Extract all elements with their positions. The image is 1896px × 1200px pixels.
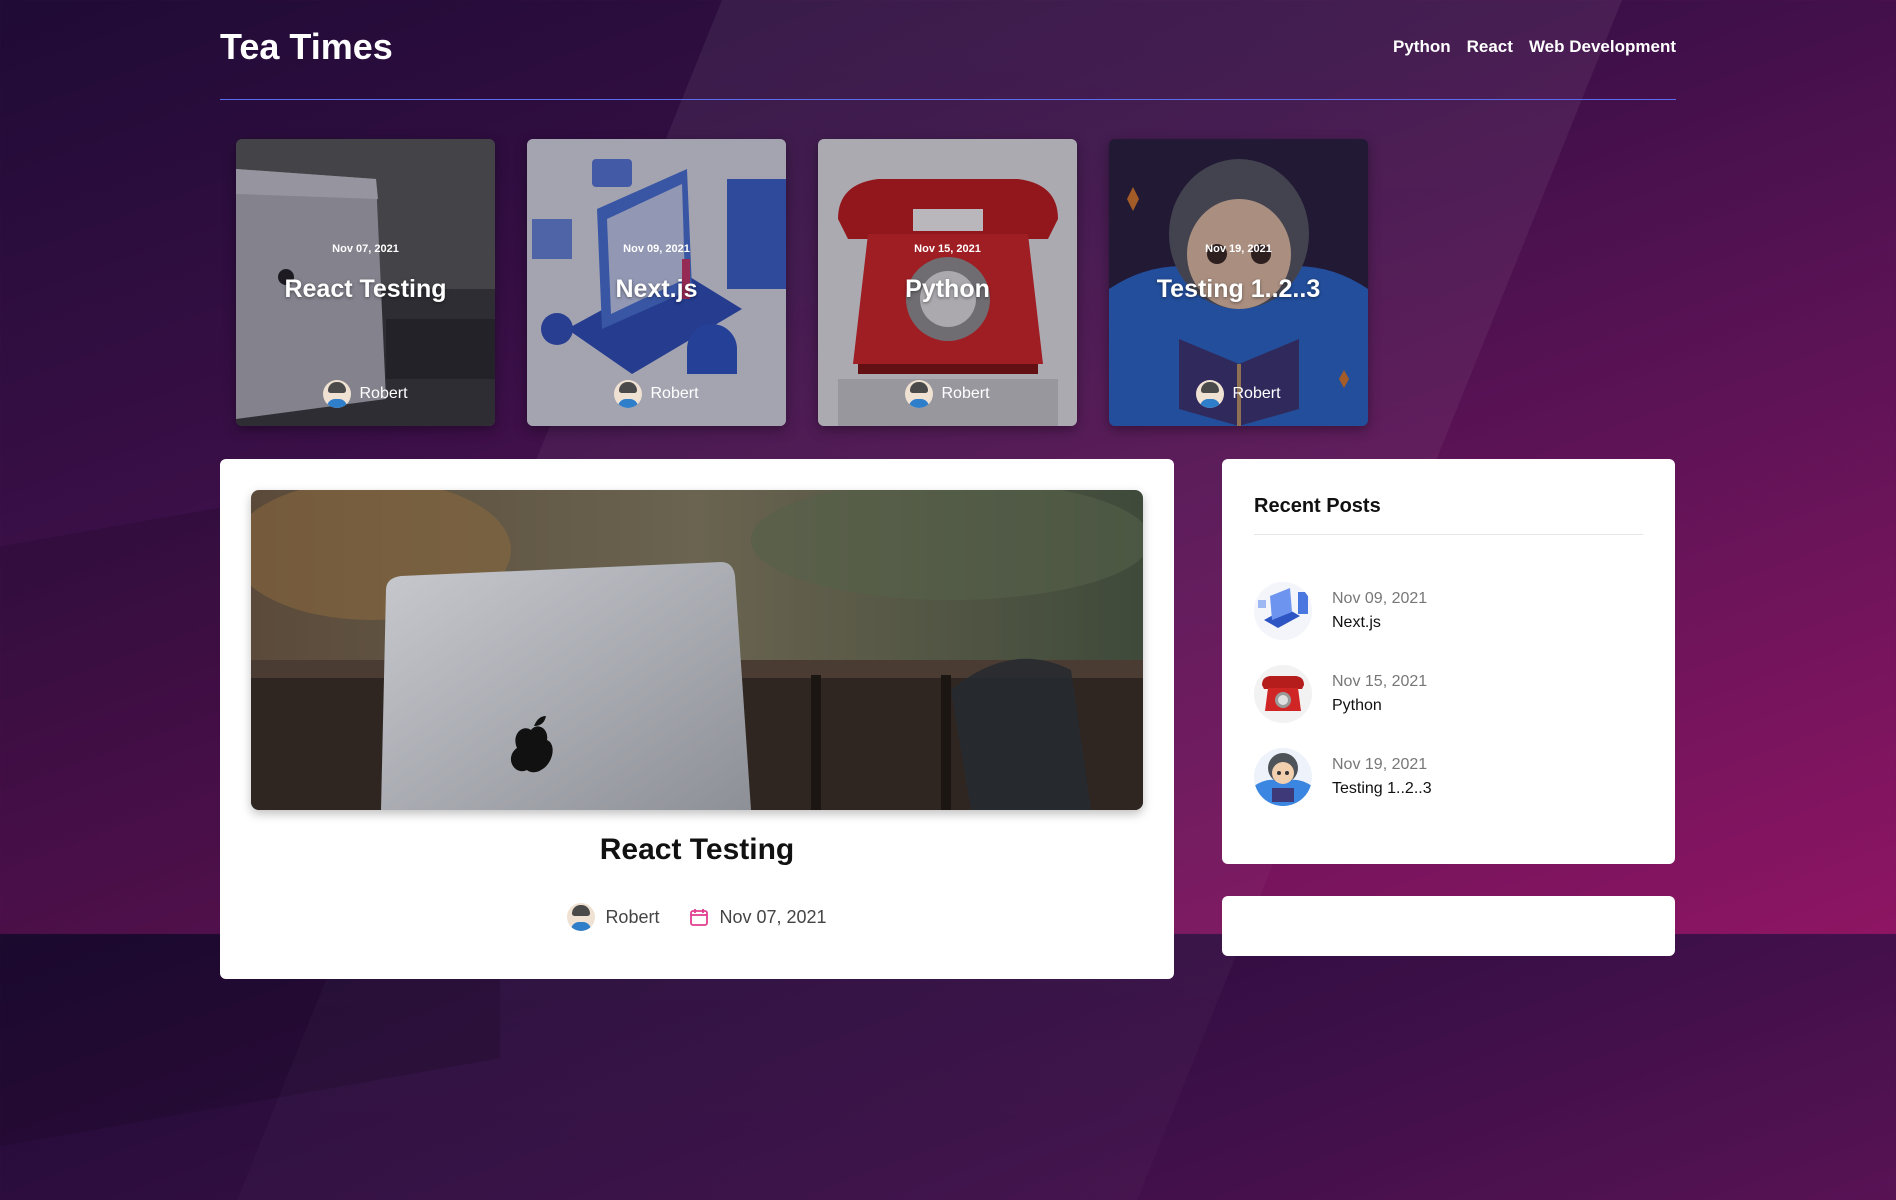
recent-post-title[interactable]: Next.js [1332,614,1427,632]
card-title[interactable]: Testing 1..2..3 [1109,275,1368,304]
nav-link-python[interactable]: Python [1393,37,1451,57]
avatar [1196,380,1225,408]
card-title[interactable]: Python [818,275,1077,304]
card-author: Robert [818,380,1077,408]
featured-posts: Nov 07, 2021 React Testing Robert Nov 09… [236,139,1368,426]
recent-post-title[interactable]: Python [1332,697,1427,715]
featured-card[interactable]: Nov 15, 2021 Python Robert [818,139,1077,426]
post-card: React Testing Robert Nov 07, 2021 [220,459,1174,979]
card-author-name: Robert [941,385,990,402]
recent-post-item[interactable]: Nov 09, 2021 Next.js [1254,569,1644,652]
recent-post-date: Nov 09, 2021 [1332,589,1428,607]
featured-card[interactable]: Nov 19, 2021 Testing 1..2..3 Robert [1109,139,1368,426]
card-author-name: Robert [650,385,699,402]
main-nav: Python React Web Development [1393,37,1676,57]
coder-avatar-thumbnail[interactable] [1254,747,1312,806]
nav-link-react[interactable]: React [1467,37,1513,57]
card-date: Nov 15, 2021 [914,243,981,255]
post-hero-image[interactable] [251,490,1143,810]
card-date: Nov 19, 2021 [1205,243,1272,255]
post-meta: Robert Nov 07, 2021 [220,903,1174,931]
recent-post-item[interactable]: Nov 15, 2021 Python [1254,652,1644,735]
calendar-icon [689,907,709,927]
isometric-web-thumbnail[interactable] [1254,581,1312,640]
widget-title: Recent Posts [1254,495,1381,517]
nav-link-web-development[interactable]: Web Development [1529,37,1676,57]
red-telephone-thumbnail[interactable] [1254,664,1312,723]
post-date-text: Nov 07, 2021 [719,906,827,927]
laptop-image [251,490,1143,810]
avatar [323,380,352,408]
sidebar-widget [1222,896,1675,956]
recent-post-text: Nov 19, 2021 Testing 1..2..3 [1332,756,1432,798]
post-title[interactable]: React Testing [220,833,1174,867]
recent-post-text: Nov 09, 2021 Next.js [1332,590,1427,632]
card-author-name: Robert [359,385,408,402]
divider [1254,534,1643,535]
card-author-name: Robert [1232,385,1281,402]
recent-post-title[interactable]: Testing 1..2..3 [1332,780,1432,798]
avatar [905,380,934,408]
recent-post-item[interactable]: Nov 19, 2021 Testing 1..2..3 [1254,735,1644,818]
avatar [614,380,643,408]
card-title[interactable]: Next.js [527,275,786,304]
recent-posts-widget: Recent Posts Nov 09, 2021 Next.js Nov 15… [1222,459,1675,864]
featured-card[interactable]: Nov 09, 2021 Next.js Robert [527,139,786,426]
card-author: Robert [236,380,495,408]
card-author: Robert [1109,380,1368,408]
card-date: Nov 07, 2021 [332,243,399,255]
post-author-name[interactable]: Robert [605,907,659,928]
site-header: Tea Times Python React Web Development [220,0,1676,100]
featured-card[interactable]: Nov 07, 2021 React Testing Robert [236,139,495,426]
card-date: Nov 09, 2021 [623,243,690,255]
card-title[interactable]: React Testing [236,275,495,304]
recent-posts-list: Nov 09, 2021 Next.js Nov 15, 2021 Python [1254,569,1644,818]
post-date: Nov 07, 2021 [689,906,827,928]
avatar [567,903,596,931]
recent-post-date: Nov 19, 2021 [1332,755,1428,773]
recent-post-date: Nov 15, 2021 [1332,672,1428,690]
site-title[interactable]: Tea Times [220,26,393,68]
recent-post-text: Nov 15, 2021 Python [1332,673,1427,715]
post-author: Robert [567,903,659,931]
card-author: Robert [527,380,786,408]
